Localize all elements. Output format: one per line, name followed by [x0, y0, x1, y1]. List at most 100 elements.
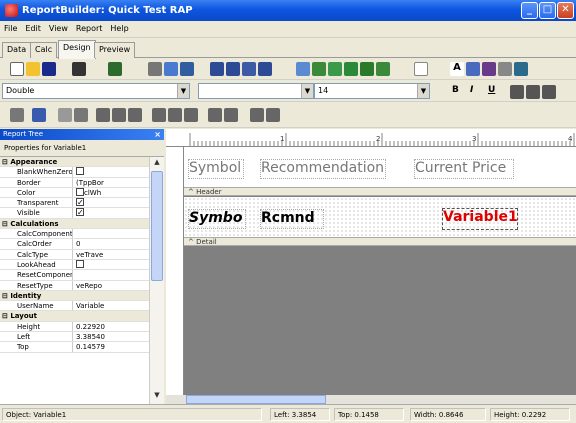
paste-icon[interactable] [180, 62, 194, 76]
tab-preview[interactable]: Preview [94, 42, 136, 58]
chevron-down-icon[interactable]: ▼ [301, 84, 313, 98]
property-category[interactable]: ⊟ Layout [0, 311, 149, 322]
line-style-icon[interactable] [58, 108, 72, 122]
size-height-icon[interactable] [266, 108, 280, 122]
property-scrollbar[interactable]: ▲ ▼ [149, 157, 164, 404]
italic-button[interactable]: I [470, 85, 473, 95]
property-value[interactable] [73, 208, 149, 217]
property-row[interactable]: CalcOrder 0 [0, 239, 149, 250]
copy-icon[interactable] [164, 62, 178, 76]
align-left-icon[interactable] [510, 85, 524, 99]
align-center-icon[interactable] [526, 85, 540, 99]
font-name-combo[interactable]: ▼ [198, 83, 314, 99]
property-value[interactable]: veTrave [73, 250, 149, 259]
tab-calc[interactable]: Calc [30, 42, 58, 58]
space-vertical-icon[interactable] [224, 108, 238, 122]
select-arrow-icon[interactable] [414, 62, 428, 76]
menu-file[interactable]: File [0, 21, 21, 33]
property-row[interactable]: ResetComponent [0, 270, 149, 281]
variable-tool-icon[interactable] [360, 62, 374, 76]
checkbox[interactable] [76, 167, 84, 176]
line-color-icon[interactable] [32, 108, 46, 122]
menu-edit[interactable]: Edit [21, 21, 45, 33]
chevron-down-icon[interactable]: ▼ [417, 84, 429, 98]
checkbox[interactable] [76, 187, 84, 196]
property-row[interactable]: UserName Variable [0, 301, 149, 312]
property-row[interactable]: LookAhead [0, 259, 149, 271]
fill-color-icon[interactable] [10, 108, 24, 122]
align-bottoms-icon[interactable] [184, 108, 198, 122]
image-tool-icon[interactable] [376, 62, 390, 76]
hscroll-thumb[interactable] [186, 395, 326, 404]
maximize-button[interactable]: □ [539, 2, 556, 19]
space-horizontal-icon[interactable] [208, 108, 222, 122]
property-value[interactable]: 0.14579 [73, 342, 149, 351]
tab-design[interactable]: Design [58, 40, 96, 59]
page-setup-icon[interactable] [72, 62, 86, 76]
print-preview-icon[interactable] [108, 62, 122, 76]
band-icon[interactable] [210, 62, 224, 76]
new-icon[interactable] [10, 62, 24, 76]
design-horizontal-scrollbar[interactable] [166, 395, 576, 404]
checkbox[interactable] [76, 259, 84, 268]
header-label-recommendation[interactable]: Recommendation [260, 159, 386, 179]
barcode-icon[interactable] [482, 62, 496, 76]
property-value[interactable]: 0 [73, 239, 149, 248]
align-right-icon[interactable] [542, 85, 556, 99]
underline-button[interactable]: U [488, 85, 495, 95]
size-width-icon[interactable] [250, 108, 264, 122]
detail-field-recommendation[interactable]: Rcmnd [260, 209, 324, 229]
property-row[interactable]: Left 3.38540 [0, 332, 149, 343]
checkbox[interactable] [76, 208, 84, 217]
cut-icon[interactable] [148, 62, 162, 76]
header-band[interactable]: Symbol Recommendation Current Price [184, 147, 576, 187]
checkbox-tool-icon[interactable] [498, 62, 512, 76]
close-button[interactable]: ✕ [557, 2, 574, 19]
close-icon[interactable]: × [154, 129, 161, 140]
save-icon[interactable] [42, 62, 56, 76]
property-row[interactable]: BlankWhenZero [0, 167, 149, 178]
align-rights-icon[interactable] [128, 108, 142, 122]
memo-tool-icon[interactable] [328, 62, 342, 76]
scroll-thumb[interactable] [151, 171, 163, 281]
font-style-combo[interactable]: Double ▼ [2, 83, 190, 99]
property-row[interactable]: Border (TppBor [0, 177, 149, 188]
region-icon[interactable] [242, 62, 256, 76]
property-value[interactable]: 3.38540 [73, 332, 149, 341]
label-tool-icon[interactable] [296, 62, 310, 76]
detail-field-symbol[interactable]: Symbo [188, 209, 246, 229]
font-size-combo[interactable]: 14 ▼ [314, 83, 430, 99]
property-row[interactable]: ResetType veRepo [0, 280, 149, 291]
property-value[interactable]: Variable [73, 301, 149, 310]
chart-tool-icon[interactable] [514, 62, 528, 76]
align-tops-icon[interactable] [152, 108, 166, 122]
open-icon[interactable] [26, 62, 40, 76]
property-value[interactable]: clWh [73, 187, 149, 197]
group-icon[interactable] [226, 62, 240, 76]
header-label-symbol[interactable]: Symbol [188, 159, 244, 179]
checkbox[interactable] [76, 198, 84, 207]
detail-band[interactable]: Symbo Rcmnd Variable1 [184, 197, 576, 237]
minimize-button[interactable]: _ [521, 2, 538, 19]
align-centers-icon[interactable] [112, 108, 126, 122]
menu-report[interactable]: Report [72, 21, 107, 33]
scroll-up-icon[interactable]: ▲ [151, 158, 163, 170]
line-width-icon[interactable] [74, 108, 88, 122]
tab-data[interactable]: Data [2, 42, 32, 58]
property-row[interactable]: CalcType veTrave [0, 249, 149, 260]
text-icon[interactable]: A [450, 62, 464, 76]
bold-button[interactable]: B [452, 85, 459, 95]
chevron-down-icon[interactable]: ▼ [177, 84, 189, 98]
property-value[interactable] [73, 259, 149, 269]
scroll-down-icon[interactable]: ▼ [151, 391, 163, 403]
variable1-field[interactable]: Variable1 [442, 208, 518, 230]
property-row[interactable]: Visible [0, 208, 149, 219]
property-row[interactable]: Height 0.22920 [0, 321, 149, 333]
header-band-divider[interactable]: ^ Header [184, 187, 576, 196]
calc-tool-icon[interactable] [344, 62, 358, 76]
property-row[interactable]: Transparent [0, 198, 149, 209]
header-label-current-price[interactable]: Current Price [414, 159, 514, 179]
property-value[interactable] [73, 270, 149, 279]
dbtext-tool-icon[interactable] [312, 62, 326, 76]
property-category[interactable]: ⊟ Identity [0, 290, 149, 302]
